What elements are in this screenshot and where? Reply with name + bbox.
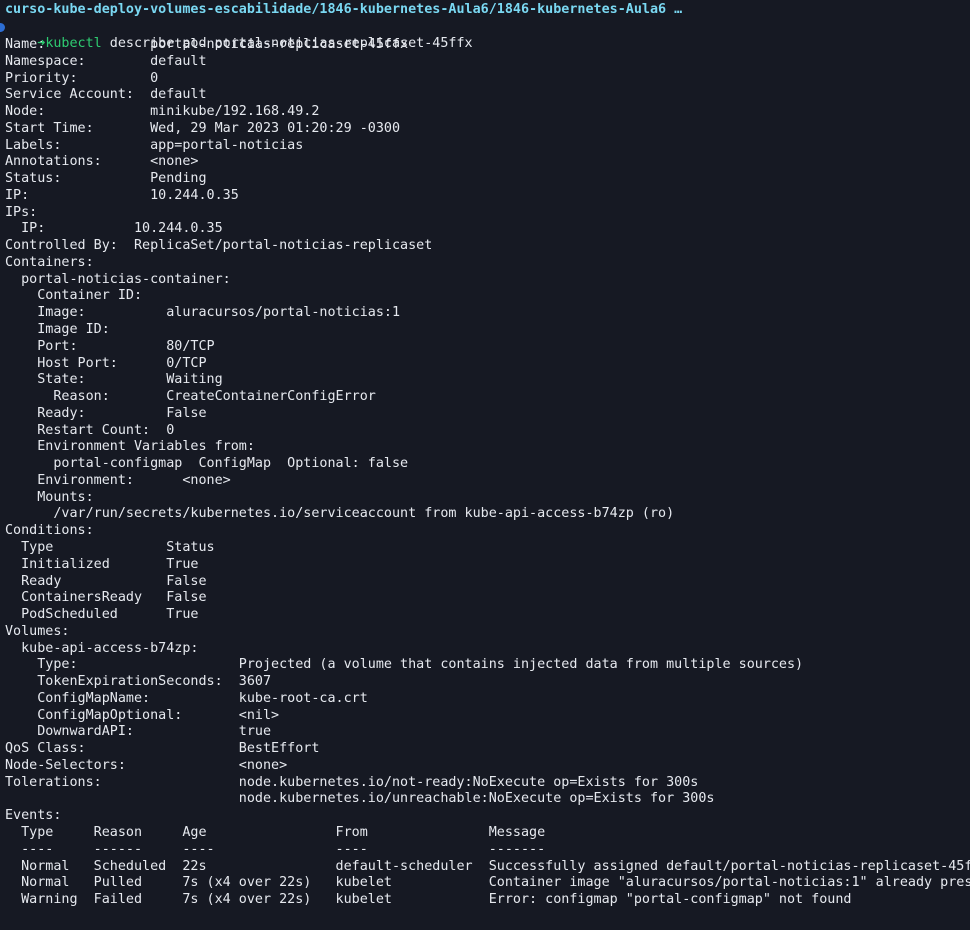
output-line: PodScheduled True [5, 607, 199, 623]
output-line: State: Waiting [5, 372, 223, 388]
command-name: kubectl [45, 35, 102, 51]
output-line: Reason: CreateContainerConfigError [5, 389, 376, 405]
command-output: Name: portal-noticias-replicaset-45ffx Na… [0, 37, 970, 909]
output-line: IPs: [5, 204, 38, 220]
output-line: portal-configmap ConfigMap Optional: fal… [5, 456, 409, 472]
output-line: Mounts: [5, 489, 94, 505]
output-line: Conditions: [5, 523, 94, 539]
output-line: IP: 10.244.0.35 [5, 221, 223, 237]
output-line: QoS Class: BestEffort [5, 741, 320, 757]
output-line: Host Port: 0/TCP [5, 355, 207, 371]
output-line: Ready: False [5, 405, 207, 421]
output-line: Tolerations: node.kubernetes.io/not-read… [5, 774, 699, 790]
output-line: Environment Variables from: [5, 439, 255, 455]
output-line: Start Time: Wed, 29 Mar 2023 01:20:29 -0… [5, 120, 401, 136]
output-line: Restart Count: 0 [5, 422, 175, 438]
output-line: Service Account: default [5, 87, 207, 103]
output-line: Annotations: <none> [5, 154, 199, 170]
output-line: Priority: 0 [5, 70, 159, 86]
output-line: Environment: <none> [5, 472, 231, 488]
output-line: Type Reason Age From Message [5, 824, 546, 840]
output-line: Containers: [5, 254, 94, 270]
output-line: DownwardAPI: true [5, 724, 272, 740]
output-line: Type: Projected (a volume that contains … [5, 657, 804, 673]
terminal-window[interactable]: curso-kube-deploy-volumes-escabilidade/1… [0, 0, 970, 930]
output-line: Labels: app=portal-noticias [5, 137, 304, 153]
output-line: Normal Pulled 7s (x4 over 22s) kubelet C… [21, 875, 970, 891]
output-line: Warning Failed 7s (x4 over 22s) kubelet … [5, 892, 852, 908]
output-line: Image ID: [5, 322, 110, 338]
output-line: Container ID: [5, 288, 143, 304]
output-line: Type Status [5, 539, 215, 555]
output-line: ---- ------ ---- ---- ------- [5, 841, 546, 857]
output-line: ConfigMapOptional: <nil> [5, 707, 280, 723]
terminal-path-title: curso-kube-deploy-volumes-escabilidade/1… [5, 2, 683, 17]
output-line: Status: Pending [5, 171, 207, 187]
output-line: TokenExpirationSeconds: 3607 [5, 674, 272, 690]
output-line: kube-api-access-b74zp: [5, 640, 199, 656]
output-line: portal-noticias-container: [5, 271, 231, 287]
output-line: Namespace: default [5, 53, 207, 69]
output-line: Initialized True [5, 556, 199, 572]
output-line: node.kubernetes.io/unreachable:NoExecute… [5, 791, 715, 807]
output-line: Volumes: [5, 623, 70, 639]
output-line: Port: 80/TCP [5, 338, 215, 354]
blue-dot-icon [0, 23, 5, 32]
output-line: Controlled By: ReplicaSet/portal-noticia… [5, 238, 433, 254]
output-line: /var/run/secrets/kubernetes.io/serviceac… [5, 506, 675, 522]
output-line: Normal Scheduled 22s default-scheduler S… [21, 858, 970, 874]
output-line: Ready False [5, 573, 207, 589]
shell-prompt-line: ➜kubectl describe pod portal-noticias-re… [0, 19, 970, 51]
output-line: Node-Selectors: <none> [5, 757, 288, 773]
output-line: Image: aluracursos/portal-noticias:1 [5, 305, 401, 321]
output-line: IP: 10.244.0.35 [5, 187, 239, 203]
output-line: ContainersReady False [5, 590, 207, 606]
command-arguments: describe pod portal-noticias-replicaset-… [101, 35, 473, 51]
output-line: Events: [5, 808, 62, 824]
output-line: Node: minikube/192.168.49.2 [5, 104, 320, 120]
output-line: ConfigMapName: kube-root-ca.crt [5, 690, 368, 706]
